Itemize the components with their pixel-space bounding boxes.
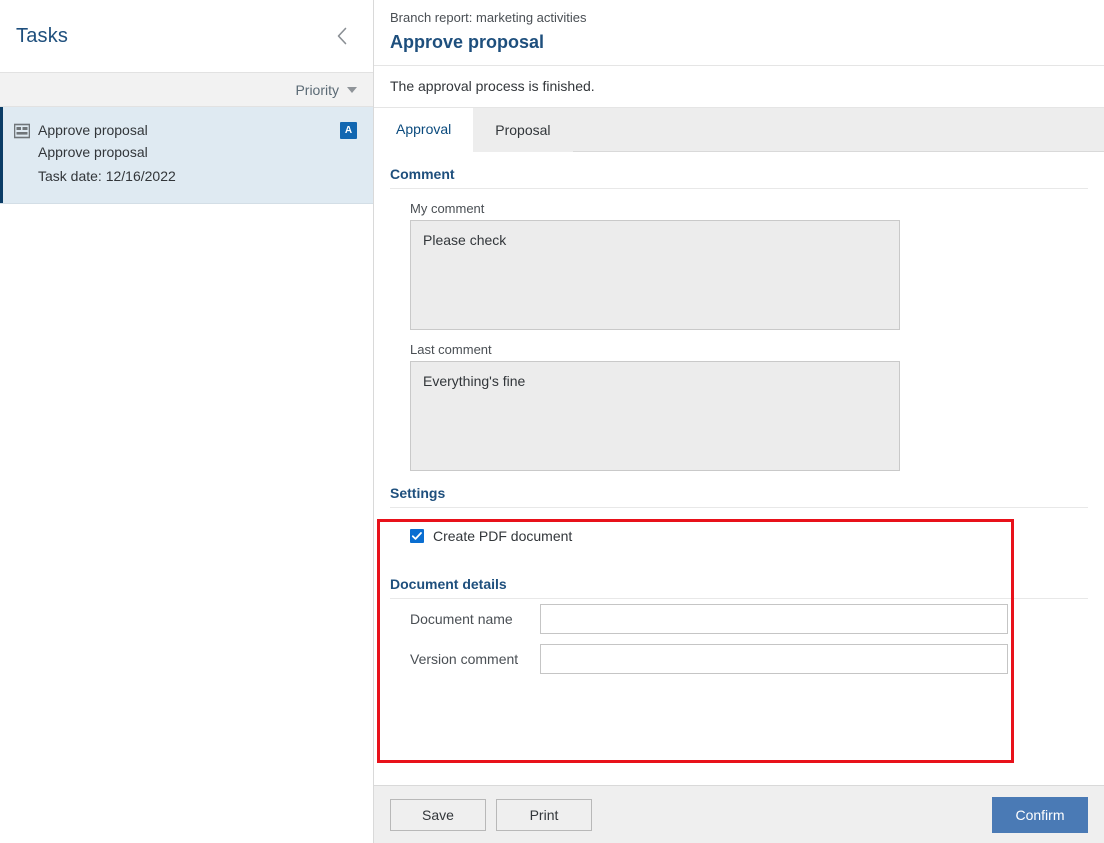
chevron-left-icon[interactable] xyxy=(329,23,355,49)
main-panel: Branch report: marketing activities Appr… xyxy=(374,0,1104,843)
status-badge: A xyxy=(340,122,357,139)
tab-bar: Approval Proposal xyxy=(374,108,1104,152)
document-name-input[interactable] xyxy=(540,604,1008,634)
my-comment-label: My comment xyxy=(410,201,485,216)
save-button[interactable]: Save xyxy=(390,798,486,831)
sort-label: Priority xyxy=(295,81,339,98)
breadcrumb: Branch report: marketing activities xyxy=(390,10,587,25)
task-approval-app: Tasks Priority Approve proposal A Approv… xyxy=(0,0,1104,843)
version-comment-label: Version comment xyxy=(410,651,519,667)
confirm-button[interactable]: Confirm xyxy=(992,796,1088,833)
version-comment-row: Version comment xyxy=(390,639,1088,679)
tasks-sidebar: Tasks Priority Approve proposal A Approv… xyxy=(0,0,374,843)
create-pdf-row[interactable]: Create PDF document xyxy=(390,508,1088,562)
document-name-row: Document name xyxy=(390,599,1088,639)
settings-block: Settings Create PDF document Document de… xyxy=(390,471,1088,679)
create-pdf-checkbox[interactable] xyxy=(410,529,424,543)
sidebar-header: Tasks xyxy=(0,0,373,72)
action-toolbar: Save Print Confirm xyxy=(374,785,1104,843)
page-title: Approve proposal xyxy=(390,32,545,52)
last-comment-label: Last comment xyxy=(410,342,492,357)
checkmark-icon xyxy=(411,532,422,540)
main-header: Branch report: marketing activities Appr… xyxy=(374,0,1104,66)
last-comment-textarea[interactable]: Everything's fine xyxy=(410,361,900,471)
document-details-heading: Document details xyxy=(390,562,1088,599)
print-button[interactable]: Print xyxy=(496,798,592,831)
caret-down-icon[interactable] xyxy=(347,86,357,93)
task-header-row: Approve proposal A xyxy=(38,121,357,139)
my-comment-textarea[interactable]: Please check xyxy=(410,220,900,330)
form-icon xyxy=(13,123,31,139)
settings-section-heading: Settings xyxy=(390,471,1088,508)
task-subtitle: Approve proposal xyxy=(38,144,148,160)
document-name-label: Document name xyxy=(410,611,513,627)
tab-proposal[interactable]: Proposal xyxy=(473,108,573,152)
sidebar-title: Tasks xyxy=(16,24,69,47)
task-date: Task date: 12/16/2022 xyxy=(38,168,176,184)
task-title: Approve proposal xyxy=(38,122,148,138)
tab-approval[interactable]: Approval xyxy=(374,108,474,152)
comment-section-heading: Comment xyxy=(390,152,1088,189)
status-text: The approval process is finished. xyxy=(374,66,1104,108)
form-content: Comment My comment Please check Last com… xyxy=(374,152,1104,785)
sort-bar[interactable]: Priority xyxy=(0,72,373,107)
version-comment-input[interactable] xyxy=(540,644,1008,674)
create-pdf-label: Create PDF document xyxy=(433,528,573,544)
list-item[interactable]: Approve proposal A Approve proposal Task… xyxy=(0,107,373,204)
task-list: Approve proposal A Approve proposal Task… xyxy=(0,107,373,843)
